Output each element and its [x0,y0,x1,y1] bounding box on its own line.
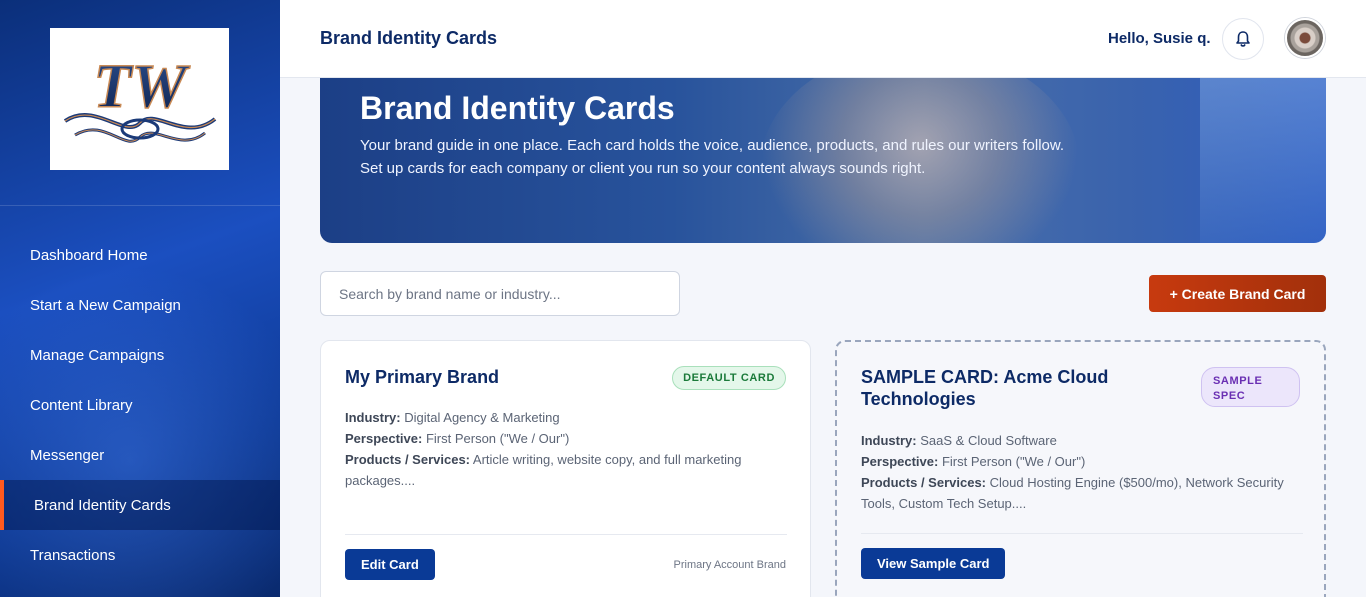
card-industry: Industry: Digital Agency & Marketing [345,407,789,428]
sidebar-nav: Dashboard Home Start a New Campaign Mana… [0,230,280,580]
card-details: Industry: Digital Agency & Marketing Per… [345,407,789,491]
create-brand-card-button[interactable]: + Create Brand Card [1149,275,1326,312]
sidebar-item-start-campaign[interactable]: Start a New Campaign [0,280,280,330]
card-perspective: Perspective: First Person ("We / Our") [861,451,1305,472]
sidebar-item-label: Messenger [30,446,105,464]
card-title: SAMPLE CARD: Acme Cloud Technologies [861,367,1109,409]
hero-photo-background [1200,78,1326,243]
sidebar-item-brand-identity-cards[interactable]: Brand Identity Cards [0,480,280,530]
card-divider [861,533,1303,534]
card-industry: Industry: SaaS & Cloud Software [861,430,1305,451]
user-greeting: Hello, Susie q. [1108,30,1211,47]
edit-card-button[interactable]: Edit Card [345,549,435,580]
logo[interactable]: TW [50,28,229,170]
perspective-value: First Person ("We / Our") [941,454,1086,469]
products-label: Products / Services: [345,452,470,467]
card-products: Products / Services: Cloud Hosting Engin… [861,472,1305,514]
perspective-value: First Person ("We / Our") [425,431,570,446]
products-label: Products / Services: [861,475,986,490]
default-card-badge: DEFAULT CARD [672,366,786,390]
search-input[interactable] [320,271,680,316]
sidebar-item-content-library[interactable]: Content Library [0,380,280,430]
svg-text:TW: TW [93,53,190,121]
hero-description: Your brand guide in one place. Each card… [360,137,1065,177]
sidebar-item-label: Content Library [30,396,133,414]
industry-value: SaaS & Cloud Software [920,433,1057,448]
sidebar-item-label: Manage Campaigns [30,346,165,364]
industry-value: Digital Agency & Marketing [404,410,560,425]
brand-card-primary: My Primary Brand DEFAULT CARD Industry: … [320,340,811,597]
industry-label: Industry: [861,433,917,448]
sidebar-item-label: Brand Identity Cards [34,496,171,514]
card-products: Products / Services: Article writing, we… [345,449,789,491]
sidebar-item-dashboard-home[interactable]: Dashboard Home [0,230,280,280]
perspective-label: Perspective: [861,454,939,469]
card-meta: Primary Account Brand [673,559,787,571]
bell-icon [1236,31,1250,47]
industry-label: Industry: [345,410,401,425]
sample-spec-badge: SAMPLE SPEC [1201,367,1300,407]
hero-title: Brand Identity Cards [360,90,675,126]
sidebar-item-label: Transactions [30,546,116,564]
card-title: My Primary Brand [345,367,500,387]
sidebar-item-label: Dashboard Home [30,246,148,264]
view-sample-card-button[interactable]: View Sample Card [861,548,1006,579]
perspective-label: Perspective: [345,431,423,446]
sidebar-item-transactions[interactable]: Transactions [0,530,280,580]
sidebar-item-label: Start a New Campaign [30,296,181,314]
brand-card-sample: SAMPLE CARD: Acme Cloud Technologies SAM… [835,340,1326,597]
sidebar-item-manage-campaigns[interactable]: Manage Campaigns [0,330,280,380]
notifications-button[interactable] [1222,18,1264,60]
hero-banner: Brand Identity Cards Your brand guide in… [320,78,1326,243]
sidebar-divider [0,205,280,206]
card-details: Industry: SaaS & Cloud Software Perspect… [861,430,1305,514]
card-divider [345,534,787,535]
page-title: Brand Identity Cards [320,28,498,48]
logo-icon: TW [63,52,216,143]
sidebar: TW Dashboard Home Start a New Campaign M… [0,0,280,597]
sidebar-item-messenger[interactable]: Messenger [0,430,280,480]
card-perspective: Perspective: First Person ("We / Our") [345,428,789,449]
top-header: Brand Identity Cards Hello, Susie q. [280,0,1366,78]
avatar[interactable] [1285,18,1325,58]
